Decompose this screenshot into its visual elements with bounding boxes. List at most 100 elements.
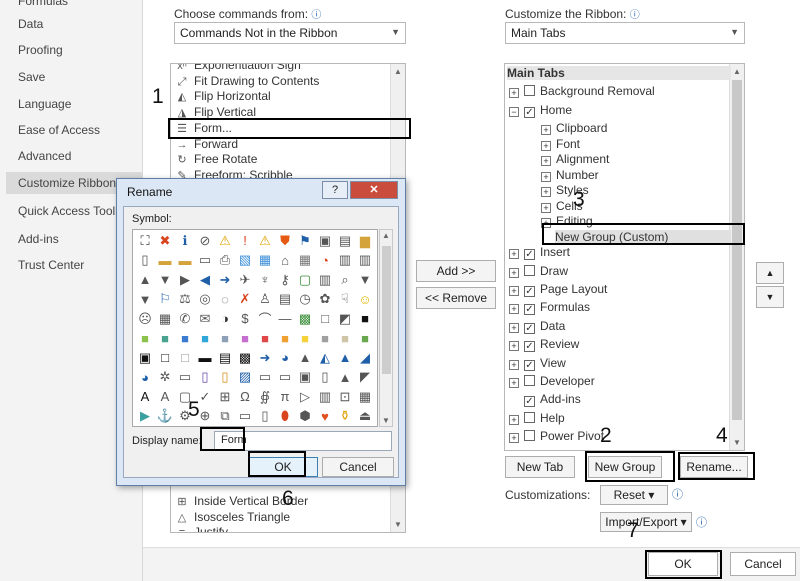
- tree-tab-item[interactable]: + ✓ Data: [509, 319, 565, 334]
- symbol-option[interactable]: ■: [355, 329, 375, 349]
- nav-item-save[interactable]: Save: [18, 70, 45, 84]
- symbol-option[interactable]: ▷: [295, 387, 315, 407]
- customize-ribbon-dropdown[interactable]: Main Tabs ▼: [505, 22, 745, 44]
- symbol-option[interactable]: ■: [335, 329, 355, 349]
- ribbon-tree-scrollbar[interactable]: ▲ ▼: [729, 64, 744, 450]
- tree-tab-item[interactable]: + Background Removal: [509, 84, 655, 99]
- symbol-option[interactable]: ▭: [275, 368, 295, 388]
- expand-icon[interactable]: +: [541, 125, 551, 136]
- command-item[interactable]: ⤢ Fit Drawing to Contents: [175, 74, 320, 89]
- tab-checkbox[interactable]: [524, 264, 535, 276]
- symbol-option[interactable]: ⎙: [215, 251, 235, 271]
- move-down-button[interactable]: ▼: [756, 286, 784, 308]
- symbol-option[interactable]: ▬: [195, 348, 215, 368]
- close-button[interactable]: ✕: [350, 181, 398, 199]
- symbol-option[interactable]: ▭: [255, 368, 275, 388]
- symbol-option[interactable]: ✉: [195, 309, 215, 329]
- symbol-option[interactable]: ⛶: [135, 231, 155, 251]
- symbol-option[interactable]: ▦: [255, 251, 275, 271]
- tree-group-item[interactable]: + Alignment: [541, 152, 609, 167]
- dialog-cancel-button[interactable]: Cancel: [322, 457, 394, 477]
- symbol-option[interactable]: □: [315, 309, 335, 329]
- symbol-option[interactable]: ✗: [235, 290, 255, 310]
- symbol-option[interactable]: ■: [315, 329, 335, 349]
- symbol-option[interactable]: ⌕: [335, 270, 355, 290]
- ribbon-tree[interactable]: ▲ ▼ Main Tabs + Background Removal − ✓ Home + C…: [504, 63, 745, 451]
- nav-item-advanced[interactable]: Advanced: [18, 149, 71, 163]
- tree-tab-item[interactable]: + Draw: [509, 264, 568, 278]
- command-item[interactable]: ↻ Free Rotate: [175, 152, 257, 167]
- expand-icon[interactable]: +: [509, 433, 519, 444]
- symbol-option[interactable]: A: [155, 387, 175, 407]
- symbol-option[interactable]: ♆: [255, 270, 275, 290]
- symbol-option[interactable]: ▲: [295, 348, 315, 368]
- reset-dropdown-button[interactable]: Reset ▾: [600, 485, 668, 505]
- symbol-option[interactable]: ⏏: [355, 407, 375, 427]
- symbol-option[interactable]: ▭: [175, 368, 195, 388]
- symbol-option[interactable]: ⬮: [275, 407, 295, 427]
- symbol-option[interactable]: A: [135, 387, 155, 407]
- symbol-option[interactable]: ▶: [135, 407, 155, 427]
- scroll-up-icon[interactable]: ▲: [394, 67, 402, 76]
- expand-icon[interactable]: +: [509, 249, 519, 260]
- symbol-option[interactable]: ◌: [215, 290, 235, 310]
- tab-checkbox[interactable]: [524, 375, 535, 386]
- expand-icon[interactable]: +: [509, 359, 519, 370]
- symbol-option[interactable]: ▬: [155, 251, 175, 271]
- symbol-option[interactable]: ▼: [135, 290, 155, 310]
- import-export-dropdown-button[interactable]: Import/Export ▾: [600, 512, 692, 532]
- symbol-option[interactable]: ▦: [355, 387, 375, 407]
- symbol-option[interactable]: ▧: [235, 251, 255, 271]
- collapse-icon[interactable]: −: [509, 106, 519, 117]
- symbol-option[interactable]: ◤: [355, 368, 375, 388]
- symbol-grid[interactable]: ⛶ ✖ ℹ ⊘ ⚠! ⚠ ⛊ ⚑ ▣ ▤ ▆ ▯ ▬ ▬ ▭ ⎙ ▧ ▦ ⌂ ▦ ◔ ▥ ▥ ▲ ▼ ▶ ◀ ➜ ✈ ♆ ⚷ ▢ ▥ ⌕ ▼ ▼ ⚐ ⚖ ◎…: [132, 229, 378, 427]
- symbol-option[interactable]: ◢: [355, 348, 375, 368]
- tab-checkbox[interactable]: ✓: [524, 396, 535, 408]
- symbol-option[interactable]: ✲: [155, 368, 175, 388]
- tab-checkbox[interactable]: [524, 85, 535, 97]
- symbol-option[interactable]: ⚱: [335, 407, 355, 427]
- nav-item-trust-center[interactable]: Trust Center: [18, 258, 84, 272]
- symbol-option[interactable]: ◷: [295, 290, 315, 310]
- symbol-option[interactable]: ■: [155, 329, 175, 349]
- symbol-option[interactable]: ▥: [335, 251, 355, 271]
- scroll-down-icon[interactable]: ▼: [394, 520, 402, 529]
- symbol-option[interactable]: ◑: [215, 309, 235, 329]
- command-item[interactable]: ◭ Flip Horizontal: [175, 89, 271, 104]
- symbol-option[interactable]: ⊞: [215, 387, 235, 407]
- symbol-option[interactable]: ▥: [355, 251, 375, 271]
- tab-checkbox[interactable]: [524, 411, 535, 423]
- tree-tab-item[interactable]: + Developer: [509, 374, 595, 388]
- symbol-option[interactable]: ➜: [215, 270, 235, 290]
- symbol-option[interactable]: ◎: [195, 290, 215, 310]
- symbol-option[interactable]: ▭: [235, 407, 255, 427]
- symbol-option[interactable]: ▣: [315, 231, 335, 251]
- nav-item-ease-of-access[interactable]: Ease of Access: [18, 123, 100, 137]
- tree-tab-item[interactable]: + Help: [509, 411, 565, 425]
- expand-icon[interactable]: +: [541, 156, 551, 167]
- tab-checkbox[interactable]: ✓: [524, 249, 535, 261]
- tab-checkbox[interactable]: ✓: [524, 322, 535, 334]
- symbol-option[interactable]: ⊡: [335, 387, 355, 407]
- symbol-option[interactable]: ◩: [335, 309, 355, 329]
- symbol-option[interactable]: ■: [275, 329, 295, 349]
- symbol-option[interactable]: ◭: [315, 348, 335, 368]
- symbol-option[interactable]: ▣: [135, 348, 155, 368]
- scroll-up-icon[interactable]: ▲: [733, 67, 741, 76]
- symbol-option[interactable]: ⚖: [175, 290, 195, 310]
- symbol-option[interactable]: ■: [295, 329, 315, 349]
- symbol-option[interactable]: ℹ: [175, 231, 195, 251]
- nav-item-data[interactable]: Data: [18, 17, 43, 31]
- tree-tab-item[interactable]: + ✓ Review: [509, 337, 579, 353]
- nav-item-formulas[interactable]: Formulas: [18, 0, 68, 8]
- symbol-option[interactable]: ▯: [195, 368, 215, 388]
- symbol-option[interactable]: ⌒: [255, 309, 275, 329]
- command-item[interactable]: xⁿ Exponentiation Sign: [175, 64, 301, 73]
- expand-icon[interactable]: +: [541, 202, 551, 213]
- symbol-option[interactable]: ♙: [255, 290, 275, 310]
- move-up-button[interactable]: ▲: [756, 262, 784, 284]
- expand-icon[interactable]: +: [509, 414, 519, 425]
- tree-group-item[interactable]: + Clipboard: [541, 121, 607, 136]
- symbol-option[interactable]: ✖: [155, 231, 175, 251]
- symbol-option[interactable]: ⛊: [275, 231, 295, 251]
